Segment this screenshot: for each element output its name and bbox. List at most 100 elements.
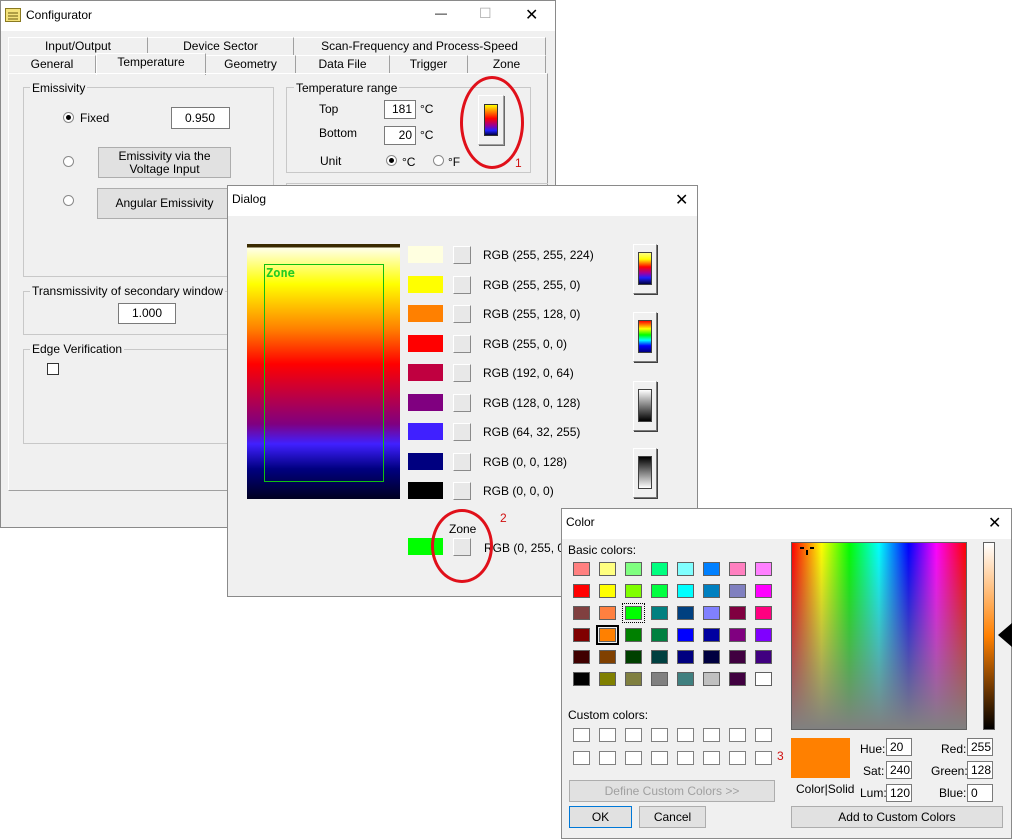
basic-color-cell[interactable] <box>599 584 616 598</box>
color-spectrum[interactable] <box>791 542 967 730</box>
minimize-icon[interactable]: — <box>435 6 447 20</box>
basic-color-cell[interactable] <box>573 606 590 620</box>
close-icon[interactable]: ✕ <box>988 513 1001 533</box>
angular-emissivity-button[interactable]: Angular Emissivity <box>97 188 232 219</box>
color-pick-button[interactable] <box>453 364 471 382</box>
basic-color-cell[interactable] <box>596 625 619 645</box>
basic-color-cell[interactable] <box>573 650 590 664</box>
transmissivity-input[interactable]: 1.000 <box>118 303 176 324</box>
bottom-temp-input[interactable]: 20 <box>384 126 416 145</box>
emissivity-voltage-button[interactable]: Emissivity via the Voltage Input <box>98 147 231 178</box>
basic-color-cell[interactable] <box>677 606 694 620</box>
define-custom-colors-button[interactable]: Define Custom Colors >> <box>569 780 775 802</box>
hue-input[interactable]: 20 <box>886 738 912 756</box>
tab-zone[interactable]: Zone <box>468 55 546 73</box>
basic-color-cell[interactable] <box>755 584 772 598</box>
basic-color-cell[interactable] <box>729 584 746 598</box>
color-pick-button[interactable] <box>453 394 471 412</box>
palette-button-rainbow[interactable] <box>633 312 657 362</box>
add-to-custom-colors-button[interactable]: Add to Custom Colors <box>791 806 1003 828</box>
basic-color-cell[interactable] <box>573 672 590 686</box>
basic-color-cell[interactable] <box>703 650 720 664</box>
basic-color-cell[interactable] <box>625 628 642 642</box>
basic-color-cell[interactable] <box>573 584 590 598</box>
color-pick-button[interactable] <box>453 276 471 294</box>
zone-rectangle[interactable] <box>264 264 384 482</box>
basic-color-cell[interactable] <box>651 562 668 576</box>
custom-color-cell[interactable] <box>755 728 772 742</box>
tab-temperature[interactable]: Temperature <box>96 53 206 75</box>
palette-button-gray[interactable] <box>633 381 657 431</box>
basic-color-cell[interactable] <box>703 672 720 686</box>
basic-color-cell[interactable] <box>599 672 616 686</box>
basic-color-cell[interactable] <box>625 650 642 664</box>
basic-color-cell[interactable] <box>729 562 746 576</box>
basic-color-cell[interactable] <box>651 628 668 642</box>
basic-color-cell[interactable] <box>729 606 746 620</box>
basic-color-cell[interactable] <box>755 562 772 576</box>
luminance-bar[interactable] <box>983 542 995 730</box>
cancel-button[interactable]: Cancel <box>639 806 706 828</box>
custom-color-cell[interactable] <box>625 751 642 765</box>
basic-color-cell[interactable] <box>651 650 668 664</box>
red-input[interactable]: 255 <box>967 738 993 756</box>
tab-general[interactable]: General <box>8 55 96 73</box>
basic-color-cell[interactable] <box>599 606 616 620</box>
basic-color-cell[interactable] <box>573 628 590 642</box>
edge-verification-checkbox[interactable] <box>47 363 59 375</box>
palette-button-gray-inverted[interactable] <box>633 448 657 498</box>
basic-color-cell[interactable] <box>599 562 616 576</box>
basic-color-cell[interactable] <box>677 628 694 642</box>
palette-button-iron[interactable] <box>633 244 657 294</box>
basic-color-cell[interactable] <box>677 562 694 576</box>
custom-color-cell[interactable] <box>703 728 720 742</box>
celsius-radio[interactable] <box>386 155 397 166</box>
basic-color-cell[interactable] <box>651 672 668 686</box>
basic-color-cell[interactable] <box>755 606 772 620</box>
basic-color-cell[interactable] <box>625 562 642 576</box>
color-pick-button[interactable] <box>453 335 471 353</box>
basic-color-cell[interactable] <box>703 562 720 576</box>
basic-color-cell[interactable] <box>622 603 645 623</box>
basic-color-cell[interactable] <box>729 650 746 664</box>
close-icon[interactable]: ✕ <box>675 190 688 210</box>
custom-color-cell[interactable] <box>729 751 746 765</box>
custom-color-cell[interactable] <box>703 751 720 765</box>
tab-data-file[interactable]: Data File <box>296 55 390 73</box>
tab-trigger[interactable]: Trigger <box>390 55 468 73</box>
angular-radio[interactable] <box>63 195 74 206</box>
tab-geometry[interactable]: Geometry <box>206 55 296 73</box>
custom-color-cell[interactable] <box>651 751 668 765</box>
basic-color-cell[interactable] <box>729 628 746 642</box>
fixed-radio[interactable] <box>63 112 74 123</box>
top-temp-input[interactable]: 181 <box>384 100 416 119</box>
custom-color-cell[interactable] <box>677 751 694 765</box>
fahrenheit-radio[interactable] <box>433 155 444 166</box>
custom-color-cell[interactable] <box>573 728 590 742</box>
custom-color-cell[interactable] <box>755 751 772 765</box>
basic-color-cell[interactable] <box>573 562 590 576</box>
color-pick-button[interactable] <box>453 482 471 500</box>
color-pick-button[interactable] <box>453 305 471 323</box>
basic-color-cell[interactable] <box>677 584 694 598</box>
custom-color-cell[interactable] <box>651 728 668 742</box>
custom-color-cell[interactable] <box>625 728 642 742</box>
emissivity-fixed-input[interactable]: 0.950 <box>171 107 230 129</box>
basic-color-cell[interactable] <box>755 628 772 642</box>
basic-color-cell[interactable] <box>703 584 720 598</box>
custom-color-cell[interactable] <box>599 728 616 742</box>
basic-color-cell[interactable] <box>729 672 746 686</box>
basic-color-cell[interactable] <box>599 650 616 664</box>
maximize-icon[interactable]: ☐ <box>479 5 492 22</box>
luminance-arrow-icon[interactable] <box>996 623 1012 650</box>
color-pick-button[interactable] <box>453 423 471 441</box>
basic-color-cell[interactable] <box>703 628 720 642</box>
green-input[interactable]: 128 <box>967 761 993 779</box>
basic-color-cell[interactable] <box>677 672 694 686</box>
ok-button[interactable]: OK <box>569 806 632 828</box>
custom-color-cell[interactable] <box>599 751 616 765</box>
custom-color-cell[interactable] <box>677 728 694 742</box>
basic-color-cell[interactable] <box>703 606 720 620</box>
lum-input[interactable]: 120 <box>886 784 912 802</box>
color-pick-button[interactable] <box>453 453 471 471</box>
